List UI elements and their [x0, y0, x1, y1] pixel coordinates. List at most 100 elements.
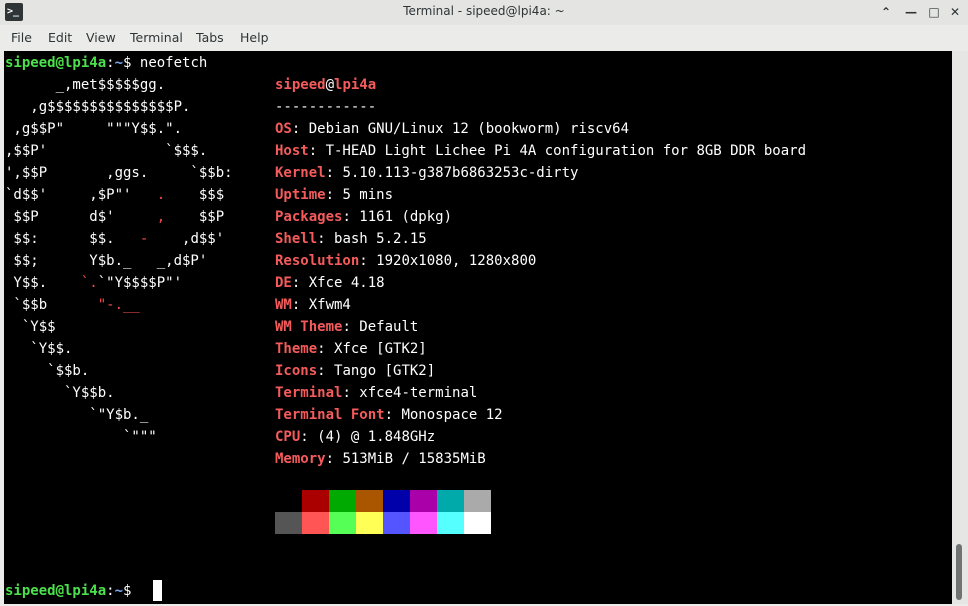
logo-line: $$; Y$b._ _,d$P' — [5, 250, 207, 272]
info-value: Xfce [GTK2] — [334, 341, 427, 357]
logo-segment: `$$b. — [5, 363, 90, 379]
color-swatch — [410, 490, 437, 512]
close-button[interactable]: ✕ — [946, 3, 964, 21]
info-value: 513MiB / 15835MiB — [342, 451, 486, 467]
info-colon: : — [342, 209, 360, 225]
scrollbar[interactable] — [952, 51, 968, 604]
logo-line: ,g$$$$$$$$$$$$$$$P. — [5, 96, 190, 118]
title-bar[interactable]: >_ Terminal - sipeed@lpi4a: ~ ⌃ — □ ✕ — [0, 0, 968, 25]
logo-segment: ,g$$$$$$$$$$$$$$$P. — [5, 99, 191, 115]
menu-view[interactable]: View — [86, 30, 116, 45]
info-value: Tango [GTK2] — [334, 363, 436, 379]
info-user: sipeed — [275, 77, 326, 93]
color-swatch — [356, 490, 383, 512]
info-colon: : — [300, 429, 318, 445]
roll-up-icon[interactable]: ⌃ — [877, 3, 895, 21]
info-key: WM — [275, 297, 292, 313]
info-value: 5 mins — [342, 187, 394, 203]
color-swatch — [410, 512, 437, 534]
logo-segment: ,$$P' `$$$. — [5, 143, 208, 159]
info-host: lpi4a — [334, 77, 377, 93]
color-swatch — [437, 490, 464, 512]
color-swatch — [464, 512, 491, 534]
logo-segment: $$P d$' — [5, 209, 157, 225]
color-swatch — [383, 512, 410, 534]
terminal-output[interactable]: sipeed@lpi4a:~$ neofetch _,met$$$$$gg. ,… — [4, 51, 952, 604]
info-row: DE: Xfce 4.18 — [275, 272, 385, 294]
logo-segment: `Y$$b. — [5, 385, 115, 401]
window-title: Terminal - sipeed@lpi4a: ~ — [403, 4, 565, 18]
logo-line: `""" — [5, 426, 157, 448]
color-swatch — [275, 490, 302, 512]
logo-line: _,met$$$$$gg. — [5, 74, 166, 96]
info-colon: : — [308, 143, 326, 159]
info-row: Memory: 513MiB / 15835MiB — [275, 448, 486, 470]
logo-line: `"Y$b._ — [5, 404, 148, 426]
logo-segment: $$; Y$b._ _,d$P' — [5, 253, 208, 269]
info-key: CPU — [275, 429, 301, 445]
info-value: Default — [359, 319, 419, 335]
logo-line: `Y$$. — [5, 338, 72, 360]
info-key: Uptime — [275, 187, 326, 203]
info-colon: : — [325, 187, 343, 203]
prompt-command: neofetch — [139, 55, 208, 71]
info-colon: : — [325, 451, 343, 467]
prompt-user: sipeed@lpi4a — [5, 55, 107, 71]
logo-segment: , — [156, 209, 166, 225]
info-colon: : — [342, 319, 360, 335]
logo-segment: "-.__ — [97, 297, 140, 313]
info-row: CPU: (4) @ 1.848GHz — [275, 426, 435, 448]
prompt-separator: : — [106, 583, 115, 599]
terminal-window: >_ Terminal - sipeed@lpi4a: ~ ⌃ — □ ✕ Fi… — [0, 0, 968, 606]
logo-line: `d$$' ,$P"' . $$$ — [5, 184, 224, 206]
logo-segment: ',$$P ,ggs. `$$b: — [5, 165, 233, 181]
info-colon: : — [291, 121, 309, 137]
color-swatch — [383, 490, 410, 512]
prompt-user: sipeed@lpi4a — [5, 583, 107, 599]
info-key: Host — [275, 143, 309, 159]
color-swatch — [329, 512, 356, 534]
info-row: Packages: 1161 (dpkg) — [275, 206, 452, 228]
menu-file[interactable]: File — [11, 30, 32, 45]
color-swatch — [329, 490, 356, 512]
info-key: Theme — [275, 341, 318, 357]
info-key: Terminal — [275, 385, 343, 401]
color-swatch — [437, 512, 464, 534]
info-value: Xfwm4 — [308, 297, 351, 313]
info-key: WM Theme — [275, 319, 343, 335]
logo-segment: . — [156, 187, 166, 203]
logo-line: $$P d$' , $$P — [5, 206, 224, 228]
info-colon: : — [317, 341, 335, 357]
prompt-dollar: $ — [123, 55, 140, 71]
menu-terminal[interactable]: Terminal — [130, 30, 183, 45]
scrollbar-thumb[interactable] — [956, 544, 962, 600]
logo-segment: `Y$$. — [5, 341, 73, 357]
info-row: Shell: bash 5.2.15 — [275, 228, 427, 250]
info-row: Host: T-HEAD Light Lichee Pi 4A configur… — [275, 140, 806, 162]
logo-line: ',$$P ,ggs. `$$b: — [5, 162, 233, 184]
menu-help[interactable]: Help — [240, 30, 269, 45]
info-row: Terminal: xfce4-terminal — [275, 382, 477, 404]
info-row: Resolution: 1920x1080, 1280x800 — [275, 250, 536, 272]
info-value: bash 5.2.15 — [334, 231, 427, 247]
logo-segment: `"Y$$$$P"' — [97, 275, 183, 291]
info-key: Terminal Font — [275, 407, 385, 423]
prompt-line[interactable]: sipeed@lpi4a:~$ — [5, 580, 140, 602]
menu-tabs[interactable]: Tabs — [196, 30, 224, 45]
prompt-path: ~ — [114, 583, 124, 599]
info-key: Packages — [275, 209, 343, 225]
maximize-button[interactable]: □ — [925, 3, 943, 21]
info-separator: ------------ — [275, 99, 377, 115]
color-swatch — [464, 490, 491, 512]
prompt-path: ~ — [114, 55, 124, 71]
logo-segment: $$$ — [165, 187, 225, 203]
menu-edit[interactable]: Edit — [48, 30, 72, 45]
info-key: DE — [275, 275, 292, 291]
minimize-button[interactable]: — — [902, 3, 920, 21]
logo-line: `Y$$ — [5, 316, 56, 338]
info-colon: : — [359, 253, 377, 269]
info-value: T-HEAD Light Lichee Pi 4A configuration … — [325, 143, 807, 159]
info-row: Uptime: 5 mins — [275, 184, 393, 206]
info-row: Kernel: 5.10.113-g387b6863253c-dirty — [275, 162, 578, 184]
logo-segment: $$P — [165, 209, 225, 225]
